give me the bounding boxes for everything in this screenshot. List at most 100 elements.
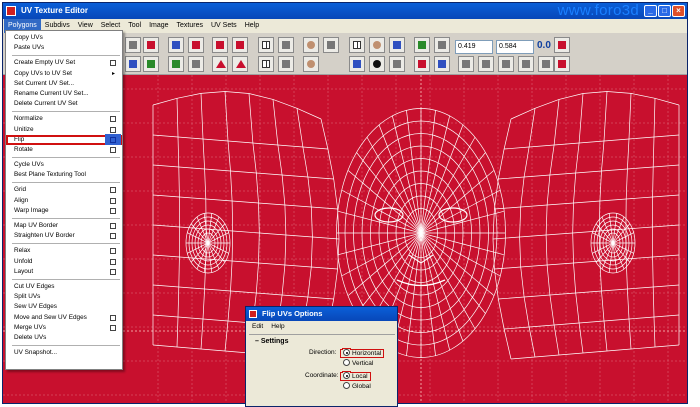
toolbar-paste-icon[interactable] — [478, 56, 494, 72]
option-box-icon[interactable] — [110, 223, 116, 229]
option-box-icon[interactable] — [110, 116, 116, 123]
menu-item-relax[interactable]: Relax — [6, 246, 122, 256]
menu-item-merge-uvs[interactable]: Merge UVs — [6, 323, 122, 333]
toolbar-frame-icon[interactable] — [188, 37, 204, 53]
menu-item-map-uv-border[interactable]: Map UV Border — [6, 221, 122, 231]
option-box-icon[interactable] — [110, 146, 116, 153]
menu-item-copy-uvs-to-uv-set[interactable]: Copy UVs to UV Set ▸ — [6, 69, 122, 79]
toolbar-image-icon[interactable] — [303, 37, 319, 53]
menu-item-delete-current-uv-set[interactable]: Delete Current UV Set — [6, 99, 122, 109]
menu-item-label: Merge UVs — [14, 323, 46, 331]
toolbar-column-icon[interactable] — [498, 56, 514, 72]
menu-item-move-and-sew-uv-edges[interactable]: Move and Sew UV Edges — [6, 313, 122, 323]
toolbar-paint-icon[interactable] — [143, 56, 159, 72]
title-bar[interactable]: UV Texture Editor www.foro3d _ □ × — [3, 3, 687, 19]
option-box-icon[interactable] — [110, 60, 116, 67]
coordinate-local-radio[interactable]: Local — [340, 372, 371, 381]
toolbar-arrow-up-icon[interactable] — [232, 56, 248, 72]
toolbar-shift-icon[interactable] — [168, 37, 184, 53]
menu-textures[interactable]: Textures — [173, 19, 207, 33]
dialog-menu-help[interactable]: Help — [271, 321, 284, 333]
toolbar-grid-icon[interactable] — [125, 37, 141, 53]
coordinate-global-radio[interactable]: Global — [343, 382, 371, 390]
toolbar-display-icon[interactable] — [369, 37, 385, 53]
menu-item-create-empty-uv-set[interactable]: Create Empty UV Set — [6, 58, 122, 68]
option-box-icon[interactable] — [110, 268, 116, 275]
menu-item-split-uvs[interactable]: Split UVs — [6, 292, 122, 302]
menu-uv-sets[interactable]: UV Sets — [207, 19, 241, 33]
v-coordinate-field[interactable]: 0.584 — [496, 40, 534, 54]
u-coordinate-field[interactable]: 0.419 — [455, 40, 493, 54]
menu-item-unfold[interactable]: Unfold — [6, 257, 122, 267]
menu-item-cycle-uvs[interactable]: Cycle UVs — [6, 160, 122, 170]
toolbar-arrow-left-icon[interactable] — [212, 37, 228, 53]
toolbar-circle-icon[interactable] — [389, 56, 405, 72]
toolbar-arrow-right-icon[interactable] — [232, 37, 248, 53]
toolbar-refresh-icon[interactable] — [414, 56, 430, 72]
menu-item-label: Rotate — [14, 145, 33, 153]
direction-horizontal-radio[interactable]: Horizontal — [339, 349, 385, 358]
menu-item-set-current-uv-set[interactable]: Set Current UV Set... — [6, 79, 122, 89]
close-button[interactable]: × — [672, 5, 685, 17]
option-box-icon[interactable] — [110, 207, 116, 214]
menu-item-best-plane-texturing-tool[interactable]: Best Plane Texturing Tool — [6, 170, 122, 180]
toolbar-channels-icon[interactable] — [349, 56, 365, 72]
option-box-icon[interactable] — [110, 197, 116, 204]
option-box-icon[interactable] — [110, 314, 116, 321]
toolbar-layout-icon[interactable] — [188, 56, 204, 72]
menu-item-delete-uvs[interactable]: Delete UVs — [6, 333, 122, 343]
option-box-icon[interactable] — [110, 136, 116, 143]
toolbar-lock-icon[interactable] — [518, 56, 534, 72]
toolbar-align-icon[interactable] — [538, 56, 554, 72]
toolbar-tree-icon[interactable] — [168, 56, 184, 72]
option-box-icon[interactable] — [110, 233, 116, 240]
toolbar-arrow-down-icon[interactable] — [212, 56, 228, 72]
toolbar-cross-icon[interactable] — [143, 37, 159, 53]
toolbar-transfer-icon[interactable] — [434, 56, 450, 72]
menu-item-straighten-uv-border[interactable]: Straighten UV Border — [6, 231, 122, 241]
toolbar-palette-icon[interactable] — [434, 37, 450, 53]
maximize-button[interactable]: □ — [658, 5, 671, 17]
menu-item-flip[interactable]: Flip — [6, 133, 122, 145]
toolbar-grid-toggle-icon[interactable] — [258, 37, 274, 53]
menu-item-grid[interactable]: Grid — [6, 185, 122, 195]
menu-item-align[interactable]: Align — [6, 196, 122, 206]
option-box-icon[interactable] — [110, 248, 116, 255]
menu-item-layout[interactable]: Layout — [6, 267, 122, 277]
menu-tool[interactable]: Tool — [124, 19, 145, 33]
uv-zoom-label[interactable]: 0.0 — [537, 40, 551, 51]
toolbar-user-icon[interactable] — [303, 56, 319, 72]
settings-section-header[interactable]: – Settings — [249, 335, 395, 345]
toolbar-record-icon[interactable] — [554, 56, 570, 72]
toolbar-copy-icon[interactable] — [458, 56, 474, 72]
toolbar-brush-icon[interactable] — [414, 37, 430, 53]
toolbar-grid-small-icon[interactable] — [258, 56, 274, 72]
dialog-menu-edit[interactable]: Edit — [252, 321, 263, 333]
menu-item-paste-uvs[interactable]: Paste UVs — [6, 43, 122, 53]
option-box-icon[interactable] — [110, 258, 116, 265]
toolbar-select-icon[interactable] — [125, 56, 141, 72]
toolbar-sphere-icon[interactable] — [369, 56, 385, 72]
menu-image[interactable]: Image — [145, 19, 172, 33]
direction-vertical-radio[interactable]: Vertical — [343, 359, 373, 367]
toolbar-iso-icon[interactable] — [278, 56, 294, 72]
menu-item-normalize[interactable]: Normalize — [6, 114, 122, 124]
option-box-icon[interactable] — [110, 126, 116, 133]
menu-item-uv-snapshot[interactable]: UV Snapshot... — [6, 348, 122, 358]
menu-item-rotate[interactable]: Rotate — [6, 145, 122, 155]
menu-item-rename-current-uv-set[interactable]: Rename Current UV Set... — [6, 89, 122, 99]
menu-help[interactable]: Help — [241, 19, 263, 33]
menu-item-copy-uvs[interactable]: Copy UVs — [6, 33, 122, 43]
menu-item-cut-uv-edges[interactable]: Cut UV Edges — [6, 282, 122, 292]
dialog-title-bar[interactable]: Flip UVs Options — [246, 307, 397, 321]
option-box-icon[interactable] — [110, 187, 116, 194]
menu-item-warp-image[interactable]: Warp Image — [6, 206, 122, 216]
toolbar-percent-icon[interactable] — [554, 37, 570, 53]
option-box-icon[interactable] — [110, 324, 116, 331]
toolbar-shade-icon[interactable] — [389, 37, 405, 53]
menu-item-sew-uv-edges[interactable]: Sew UV Edges — [6, 302, 122, 312]
toolbar-snap-icon[interactable] — [278, 37, 294, 53]
toolbar-checker-icon[interactable] — [349, 37, 365, 53]
toolbar-pixel-icon[interactable] — [323, 37, 339, 53]
minimize-button[interactable]: _ — [644, 5, 657, 17]
